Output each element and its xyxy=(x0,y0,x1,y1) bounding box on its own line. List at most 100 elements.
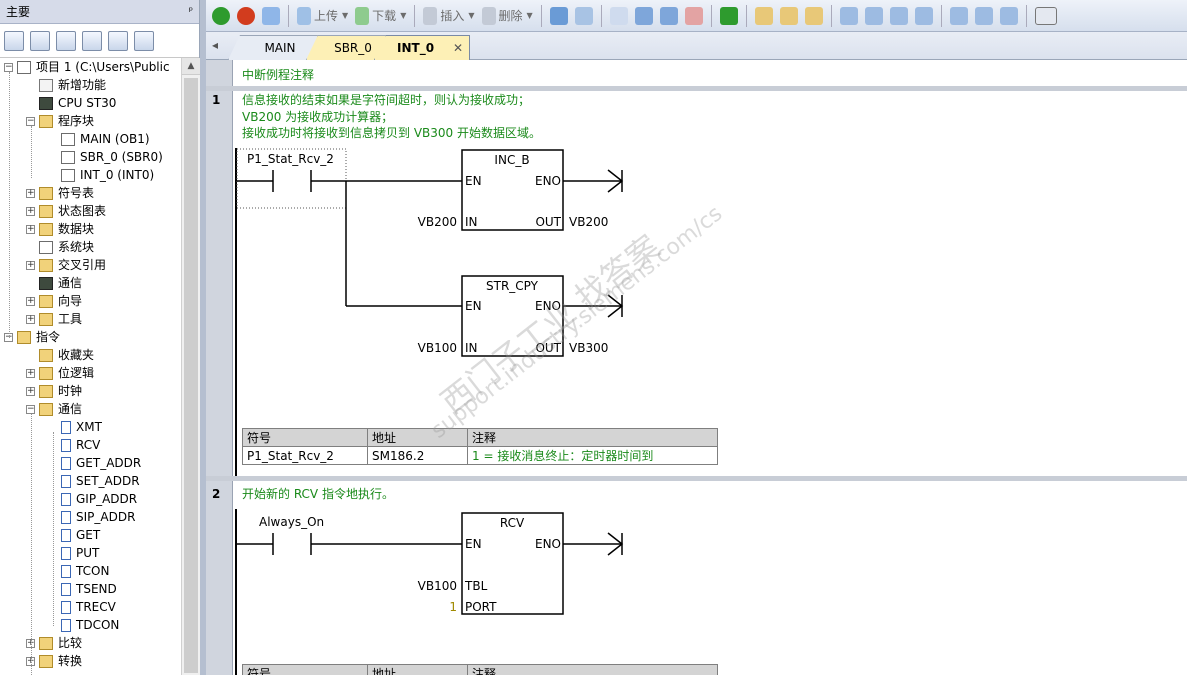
upload-button[interactable]: 上传 ▼ xyxy=(295,4,350,28)
collapse-icon[interactable]: − xyxy=(26,404,35,414)
tree-item[interactable]: INT_0 (INT0) xyxy=(48,166,154,184)
coil-button[interactable] xyxy=(973,4,995,28)
contact-button[interactable] xyxy=(948,4,970,28)
tree-item[interactable]: SBR_0 (SBR0) xyxy=(48,148,163,166)
tree-item[interactable]: + 位逻辑 xyxy=(26,364,94,382)
str-cpy-out-value: VB300 xyxy=(569,341,608,355)
stop-button[interactable] xyxy=(235,4,257,28)
tab-int0[interactable]: INT_0 ✕ xyxy=(374,35,470,60)
tree-item[interactable]: − 通信 xyxy=(26,400,82,418)
download-button[interactable]: 下载 ▼ xyxy=(353,4,408,28)
tree-item[interactable]: CPU ST30 xyxy=(26,94,116,112)
ladder-editor[interactable]: 中断例程注释 1 信息接收的结束如果是字符间超时，则认为接收成功； VB200 … xyxy=(206,60,1187,675)
expand-icon[interactable]: + xyxy=(26,296,35,306)
tree-item[interactable]: PUT xyxy=(48,544,99,562)
box4-button[interactable] xyxy=(683,4,705,28)
collapse-icon[interactable]: − xyxy=(4,62,13,72)
document-icon[interactable] xyxy=(56,30,76,51)
tree-item[interactable]: − 指令 xyxy=(4,328,60,346)
box1-icon xyxy=(609,6,628,25)
expand-icon[interactable]: + xyxy=(26,314,35,324)
tab-sbr0[interactable]: SBR_0 xyxy=(306,35,386,60)
tree-item[interactable]: + 比较 xyxy=(26,634,82,652)
tree-item[interactable]: GET_ADDR xyxy=(48,454,141,472)
tree-item[interactable]: + 状态图表 xyxy=(26,202,106,220)
line-button[interactable] xyxy=(913,4,935,28)
expand-icon[interactable]: + xyxy=(26,224,35,234)
tree-item[interactable]: GET xyxy=(48,526,100,544)
tree-item[interactable]: TSEND xyxy=(48,580,117,598)
instruction-icon xyxy=(61,600,71,614)
tree-item[interactable]: TRECV xyxy=(48,598,116,616)
tab-scroll-left-icon[interactable]: ◂ xyxy=(212,38,218,52)
tree-item[interactable]: MAIN (OB1) xyxy=(48,130,150,148)
instruction-icon xyxy=(61,492,71,506)
properties-icon[interactable] xyxy=(108,30,128,51)
tree-item[interactable]: + 符号表 xyxy=(26,184,94,202)
compile-button[interactable] xyxy=(260,4,282,28)
expand-icon[interactable]: + xyxy=(26,188,35,198)
expand-icon[interactable]: + xyxy=(26,368,35,378)
tree-item-label: 通信 xyxy=(58,402,83,416)
pin-icon[interactable]: ᵖ xyxy=(189,6,193,17)
tree-item[interactable]: 系统块 xyxy=(26,238,94,256)
expand-icon[interactable]: + xyxy=(26,260,35,270)
network-button[interactable] xyxy=(548,4,570,28)
insert-button[interactable]: 插入 ▼ xyxy=(421,4,476,28)
branch2-button[interactable] xyxy=(863,4,885,28)
tree-item[interactable]: + 数据块 xyxy=(26,220,94,238)
tab-close-icon[interactable]: ✕ xyxy=(453,36,463,60)
box2-button[interactable] xyxy=(633,4,655,28)
scroll-thumb[interactable] xyxy=(184,78,198,673)
tree-item[interactable]: + 交叉引用 xyxy=(26,256,106,274)
block-comment[interactable]: 中断例程注释 xyxy=(242,67,314,84)
network2-button[interactable] xyxy=(573,4,595,28)
network-1-comment-3[interactable]: 接收成功时将接收到信息拷贝到 VB300 开始数据区域。 xyxy=(242,125,541,142)
tree-item[interactable]: − 程序块 xyxy=(26,112,94,130)
tree-item[interactable]: + 转换 xyxy=(26,652,82,670)
tree-item-label: 符号表 xyxy=(58,186,95,200)
tree-item[interactable]: − 项目 1 (C:\Users\Public xyxy=(4,58,170,76)
branch3-button[interactable] xyxy=(888,4,910,28)
lock-button[interactable] xyxy=(753,4,775,28)
tree-item[interactable]: SET_ADDR xyxy=(48,472,140,490)
box3-button[interactable] xyxy=(658,4,680,28)
tree-item[interactable]: TCON xyxy=(48,562,109,580)
scroll-up-icon[interactable]: ▲ xyxy=(182,58,200,75)
tree-item[interactable]: + 向导 xyxy=(26,292,82,310)
lock-add-button[interactable] xyxy=(803,4,825,28)
table-icon[interactable] xyxy=(30,30,50,51)
goto-button[interactable] xyxy=(718,4,740,28)
run-button[interactable] xyxy=(210,4,232,28)
branch1-button[interactable] xyxy=(838,4,860,28)
network2-icon xyxy=(574,6,593,25)
expand-icon[interactable]: + xyxy=(26,386,35,396)
unlock-button[interactable] xyxy=(778,4,800,28)
toggle-button[interactable] xyxy=(1033,4,1059,28)
tab-main[interactable]: MAIN xyxy=(228,35,318,60)
tree-item[interactable]: 收藏夹 xyxy=(26,346,94,364)
tree-item[interactable]: RCV xyxy=(48,436,100,454)
tree-scrollbar[interactable]: ▲ xyxy=(181,58,200,675)
box-button[interactable] xyxy=(998,4,1020,28)
delete-button[interactable]: 删除 ▼ xyxy=(480,4,535,28)
branch1-icon xyxy=(839,6,858,25)
monitor-icon[interactable] xyxy=(134,30,154,51)
page-icon[interactable] xyxy=(82,30,102,51)
instruction-icon xyxy=(61,582,71,596)
network-2-comment[interactable]: 开始新的 RCV 指令地执行。 xyxy=(242,486,394,503)
tree-item[interactable]: TDCON xyxy=(48,616,119,634)
tree-item[interactable]: 通信 xyxy=(26,274,82,292)
network-1-comment-2[interactable]: VB200 为接收成功计算器； xyxy=(242,109,393,126)
tree-item[interactable]: SIP_ADDR xyxy=(48,508,135,526)
tree-item[interactable]: XMT xyxy=(48,418,102,436)
network-1-comment-1[interactable]: 信息接收的结束如果是字符间超时，则认为接收成功； xyxy=(242,92,530,109)
tree-item[interactable]: GIP_ADDR xyxy=(48,490,137,508)
expand-icon[interactable]: + xyxy=(26,206,35,216)
collapse-icon[interactable]: − xyxy=(26,116,35,126)
tree-item[interactable]: + 时钟 xyxy=(26,382,82,400)
tree-item[interactable]: + 工具 xyxy=(26,310,82,328)
box1-button[interactable] xyxy=(608,4,630,28)
tree-item[interactable]: 新增功能 xyxy=(26,76,106,94)
view-icon[interactable] xyxy=(4,30,24,51)
